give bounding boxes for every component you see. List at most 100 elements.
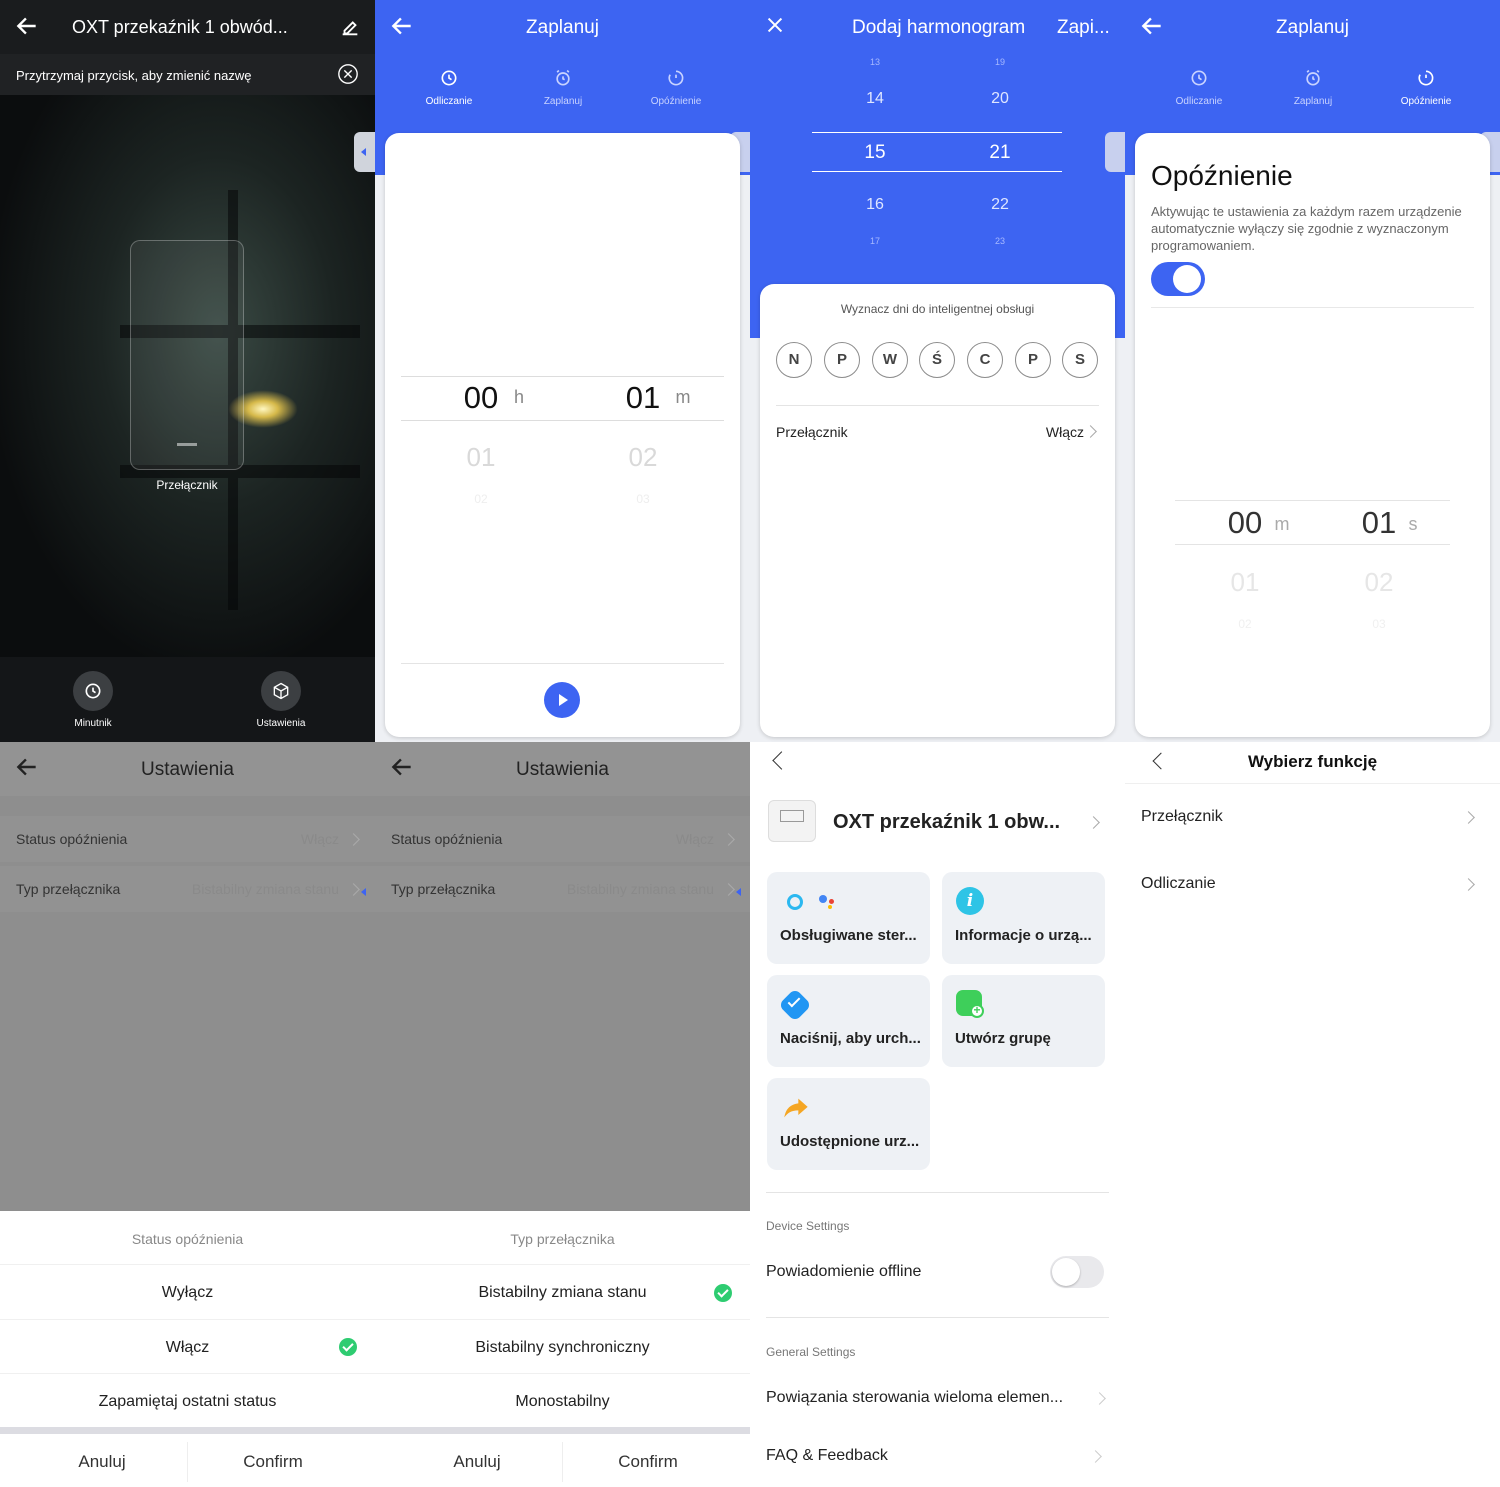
edit-pencil-icon[interactable] [339,16,361,38]
hours-next2[interactable]: 02 [453,492,509,506]
switch-button[interactable] [130,240,244,470]
tile-tap-to-run[interactable]: Naciśnij, aby urch... [767,975,930,1067]
tab-countdown[interactable]: Odliczanie [389,68,509,107]
hours-unit: h [513,387,524,407]
seconds-next2[interactable]: 03 [1351,617,1407,631]
hour-option[interactable]: 16 [845,196,905,214]
chevron-right-icon [1462,878,1475,891]
google-dot-yellow-icon [828,905,832,909]
seconds-selected[interactable]: 01 [1351,505,1407,541]
panel-add-schedule: Dodaj harmonogram Zapi... 13 19 14 20 15… [750,0,1125,742]
switch-indicator [177,443,197,446]
settings-row-switch-type[interactable]: Typ przełącznika Bistabilny zmiana stanu [0,866,375,912]
screen-title: Wybierz funkcję [1247,752,1378,771]
settings-row-delay-status[interactable]: Status opóźnienia Włącz [0,816,375,862]
chevron-right-icon [722,833,735,846]
switch-row-value: Włącz [1045,424,1084,440]
multi-control-row[interactable]: Powiązania sterowania wieloma elemen... [766,1389,1063,1407]
minutes-next[interactable]: 02 [615,442,671,473]
panel-device-home: OXT przekaźnik 1 obwód... Przytrzymaj pr… [0,0,375,742]
sheet-separator [375,1427,750,1434]
minute-option[interactable]: 20 [970,90,1030,108]
faq-feedback-row[interactable]: FAQ & Feedback [766,1447,888,1465]
day-wednesday[interactable]: Ś [919,342,955,378]
option-remember-last[interactable]: Zapamiętaj ostatni status [0,1393,375,1411]
settings-row-switch-type[interactable]: Typ przełącznika Bistabilny zmiana stanu [375,866,750,912]
hour-option[interactable]: 17 [845,236,905,246]
tile-device-info[interactable]: Informacje o urzą... [942,872,1105,964]
info-icon: i [956,887,984,915]
tab-countdown[interactable]: Odliczanie [1139,68,1259,107]
day-saturday[interactable]: S [1062,342,1098,378]
confirm-button[interactable]: Confirm [562,1452,734,1472]
minutes-next2[interactable]: 03 [615,492,671,506]
minute-option[interactable]: 22 [970,196,1030,214]
offline-notification-label: Powiadomienie offline [766,1263,922,1280]
tile-create-group[interactable]: Utwórz grupę [942,975,1105,1067]
confirm-button[interactable]: Confirm [187,1452,359,1472]
group-add-plus-icon: + [970,1004,984,1018]
close-icon[interactable] [764,14,786,36]
share-arrow-icon [784,1098,808,1118]
day-thursday[interactable]: C [967,342,1003,378]
day-friday[interactable]: P [1015,342,1051,378]
chevron-right-icon [347,833,360,846]
panel-settings-switch-type: Ustawienia Status opóźnienia Włącz Typ pr… [375,742,750,1487]
minute-selected[interactable]: 21 [970,142,1030,164]
day-sunday[interactable]: N [776,342,812,378]
minute-option[interactable]: 23 [970,236,1030,246]
tab-schedule[interactable]: Zaplanuj [503,68,623,107]
hours-next[interactable]: 01 [453,442,509,473]
alexa-ring-icon [787,894,803,910]
cancel-button[interactable]: Anuluj [375,1452,579,1472]
save-button[interactable]: Zapi... [1057,17,1110,39]
tab-delay[interactable]: Opóźnienie [1366,68,1486,107]
option-bistable-sync[interactable]: Bistabilny synchroniczny [375,1339,750,1357]
close-circle-icon[interactable] [337,63,359,85]
hour-selected[interactable]: 15 [845,142,905,164]
minute-option[interactable]: 19 [970,57,1030,67]
picker-line-bottom [401,420,724,421]
hours-selected[interactable]: 00 [453,380,509,416]
seconds-next[interactable]: 02 [1351,567,1407,598]
side-drawer-handle[interactable] [1105,132,1125,172]
hour-option[interactable]: 13 [845,57,905,67]
picker-line-bottom [812,171,1062,172]
option-monostable[interactable]: Monostabilny [375,1393,750,1411]
tab-delay[interactable]: Opóźnienie [616,68,736,107]
function-countdown[interactable]: Odliczanie [1141,875,1216,893]
general-settings-heading: General Settings [766,1345,856,1359]
cancel-button[interactable]: Anuluj [0,1452,204,1472]
chevron-right-icon[interactable] [1087,816,1100,829]
tile-shared-devices[interactable]: Udostępnione urz... [767,1078,930,1170]
tab-schedule[interactable]: Zaplanuj [1253,68,1373,107]
minutes-selected[interactable]: 00 [1217,505,1273,541]
timer-label: Minutnik [74,718,112,729]
day-tuesday[interactable]: W [872,342,908,378]
device-title: OXT przekaźnik 1 obwód... [72,17,288,37]
minutes-selected[interactable]: 01 [615,380,671,416]
option-on[interactable]: Włącz [0,1339,375,1357]
back-chevron-icon[interactable] [772,751,791,770]
sheet-divider [375,1264,750,1265]
tile-supported-control[interactable]: Obsługiwane ster... [767,872,930,964]
sheet-divider [375,1373,750,1374]
option-bistable-toggle[interactable]: Bistabilny zmiana stanu [375,1284,750,1302]
panel-settings-delay-status: Ustawienia Status opóźnienia Włącz Typ pr… [0,742,375,1487]
hour-option[interactable]: 14 [845,90,905,108]
settings-row-delay-status[interactable]: Status opóźnienia Włącz [375,816,750,862]
panel-countdown: Zaplanuj Odliczanie Zaplanuj Opóźnienie … [375,0,750,742]
device-settings-heading: Device Settings [766,1219,850,1233]
minutes-unit: m [1274,514,1290,534]
sheet-divider [0,1373,375,1374]
back-arrow-icon[interactable] [14,13,40,39]
delay-timer-icon [1418,70,1434,86]
minutes-next[interactable]: 01 [1217,567,1273,598]
function-switch[interactable]: Przełącznik [1141,808,1223,826]
chevron-right-icon [1462,811,1475,824]
check-icon [714,1284,732,1302]
minutes-next2[interactable]: 02 [1217,617,1273,631]
day-monday[interactable]: P [824,342,860,378]
toggle-knob [1173,265,1201,293]
option-off[interactable]: Wyłącz [0,1284,375,1302]
